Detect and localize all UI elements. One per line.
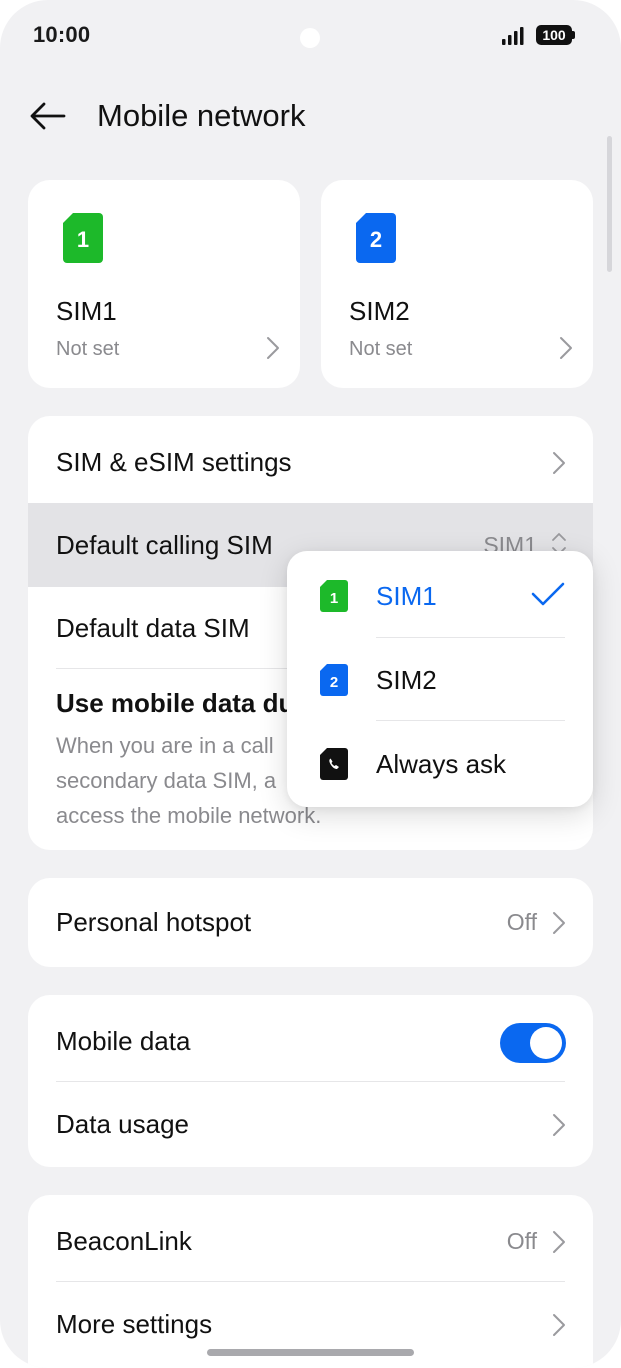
sim-esim-settings-label: SIM & eSIM settings: [56, 447, 292, 477]
status-bar: 10:00 100: [0, 0, 621, 72]
popup-option-always-ask[interactable]: Always ask: [287, 719, 593, 803]
default-calling-sim-popup: 1 SIM1 2 SIM2 Always ask: [287, 551, 593, 807]
default-calling-sim-label: Default calling SIM: [56, 530, 273, 560]
popup-option-sim2[interactable]: 2 SIM2: [287, 635, 593, 719]
checkmark-icon: [531, 582, 565, 606]
sim2-icon: 2: [356, 213, 396, 263]
mobile-data-row[interactable]: Mobile data: [28, 999, 593, 1083]
phone-screen: 10:00 100 Mobile network 1 SIM1 Not set …: [0, 0, 621, 1368]
chevron-right-icon: [560, 337, 572, 359]
sim2-card[interactable]: 2 SIM2 Not set: [321, 180, 593, 388]
personal-hotspot-row[interactable]: Personal hotspot Off: [28, 880, 593, 964]
sim1-badge: 1: [330, 590, 338, 607]
phone-sim-icon: [320, 748, 348, 780]
sim2-badge: 2: [330, 674, 338, 691]
sim2-name: SIM2: [349, 296, 410, 326]
toggle-knob: [530, 1027, 562, 1059]
sim1-status: Not set: [56, 338, 120, 360]
beaconlink-value: Off: [506, 1228, 537, 1254]
data-usage-label: Data usage: [56, 1109, 189, 1139]
hotspot-card: Personal hotspot Off: [28, 878, 593, 967]
popup-option-sim1[interactable]: 1 SIM1: [287, 551, 593, 635]
chevron-right-icon: [267, 337, 279, 359]
sim-esim-settings-row[interactable]: SIM & eSIM settings: [28, 420, 593, 504]
page-title: Mobile network: [97, 98, 306, 133]
data-usage-row[interactable]: Data usage: [28, 1082, 593, 1166]
default-data-sim-label: Default data SIM: [56, 613, 250, 643]
popup-option-label: SIM2: [376, 665, 437, 695]
sim2-status: Not set: [349, 338, 413, 360]
chevron-right-icon: [553, 1114, 565, 1136]
sim1-icon: 1: [63, 213, 103, 263]
battery-tip: [572, 31, 575, 39]
sim1-card[interactable]: 1 SIM1 Not set: [28, 180, 300, 388]
chevron-right-icon: [553, 452, 565, 474]
camera-cutout: [300, 28, 320, 48]
popup-option-label: Always ask: [376, 749, 507, 779]
sim2-badge: 2: [370, 227, 382, 252]
popup-option-label: SIM1: [376, 581, 437, 611]
home-indicator[interactable]: [207, 1349, 414, 1356]
sim2-icon: 2: [320, 664, 348, 696]
personal-hotspot-value: Off: [506, 909, 537, 935]
mobile-data-card: Mobile data Data usage: [28, 995, 593, 1167]
more-card: BeaconLink Off More settings: [28, 1195, 593, 1368]
scrollbar[interactable]: [607, 136, 612, 272]
chevron-right-icon: [553, 912, 565, 934]
status-time: 10:00: [33, 22, 91, 47]
signal-icon: [502, 27, 524, 45]
chevron-right-icon: [553, 1314, 565, 1336]
battery-icon: 100: [536, 25, 572, 45]
beaconlink-row[interactable]: BeaconLink Off: [28, 1199, 593, 1283]
more-settings-label: More settings: [56, 1309, 213, 1339]
chevron-right-icon: [553, 1231, 565, 1253]
sim1-name: SIM1: [56, 296, 117, 326]
sim1-icon: 1: [320, 580, 348, 612]
use-data-during-calls-title[interactable]: Use mobile data du: [56, 688, 294, 719]
mobile-data-toggle[interactable]: [500, 1023, 566, 1063]
personal-hotspot-label: Personal hotspot: [56, 907, 252, 937]
sim1-badge: 1: [77, 227, 89, 252]
back-arrow-icon[interactable]: [28, 96, 68, 136]
beaconlink-label: BeaconLink: [56, 1226, 192, 1256]
mobile-data-label: Mobile data: [56, 1026, 191, 1056]
